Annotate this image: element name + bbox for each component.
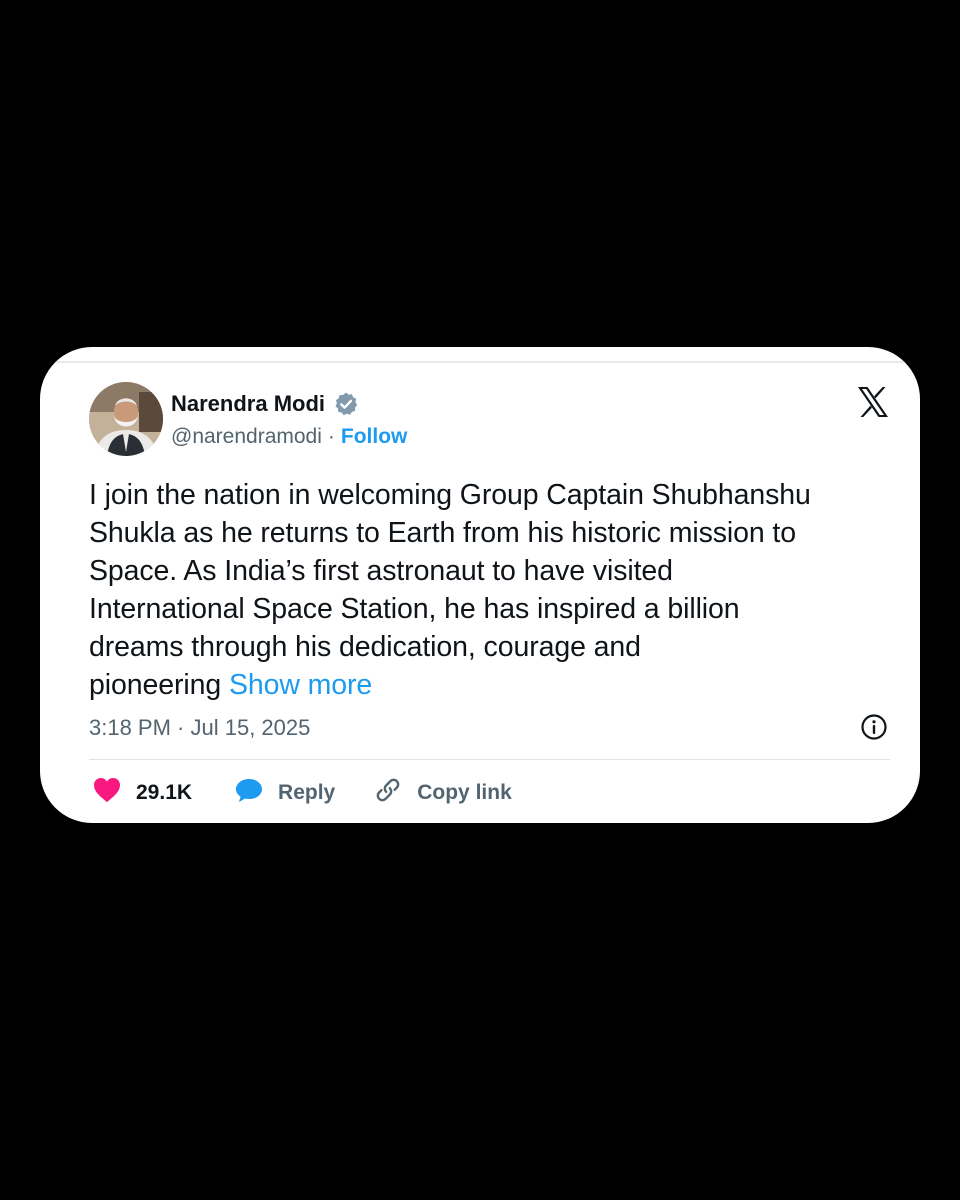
author-name[interactable]: Narendra Modi [171, 391, 325, 417]
author-handle-row: @narendramodi · Follow [171, 425, 407, 449]
tweet-text-line: dreams through his dedication, courage a… [89, 631, 641, 663]
divider [89, 759, 890, 760]
tweet-text-line: Shukla as he returns to Earth from his h… [89, 517, 796, 549]
info-icon[interactable] [860, 713, 888, 741]
author-name-row: Narendra Modi [171, 389, 359, 419]
action-bar: 29.1K Reply Copy link [92, 775, 512, 811]
tweet-text-line: I join the nation in welcoming Group Cap… [89, 479, 811, 511]
speech-bubble-icon [234, 776, 264, 810]
tweet-text: I join the nation in welcoming Group Cap… [89, 476, 889, 704]
reply-label: Reply [278, 781, 336, 804]
reply-button[interactable]: Reply [234, 776, 335, 810]
tweet-text-line: International Space Station, he has insp… [89, 593, 740, 625]
copy-link-button[interactable]: Copy link [373, 775, 512, 811]
heart-icon [92, 776, 122, 810]
tweet-card: Narendra Modi @narendramodi · Follow I j… [40, 347, 920, 823]
tweet-text-line: Space. As India’s first astronaut to hav… [89, 555, 673, 587]
tweet-text-last-line: pioneering Show more [89, 666, 889, 704]
link-icon [373, 775, 403, 811]
author-handle[interactable]: @narendramodi [171, 425, 322, 449]
like-count: 29.1K [136, 781, 193, 804]
tweet-text-line: pioneering [89, 669, 222, 701]
copy-link-label: Copy link [417, 781, 512, 804]
like-button[interactable]: 29.1K [92, 776, 192, 810]
show-more-link[interactable]: Show more [229, 669, 372, 701]
author-avatar[interactable] [89, 382, 163, 456]
x-logo-icon[interactable] [856, 385, 890, 419]
tweet-timestamp[interactable]: 3:18 PM · Jul 15, 2025 [89, 715, 310, 741]
verified-badge-icon [333, 391, 359, 417]
follow-button[interactable]: Follow [341, 425, 408, 449]
handle-separator: · [327, 425, 335, 448]
